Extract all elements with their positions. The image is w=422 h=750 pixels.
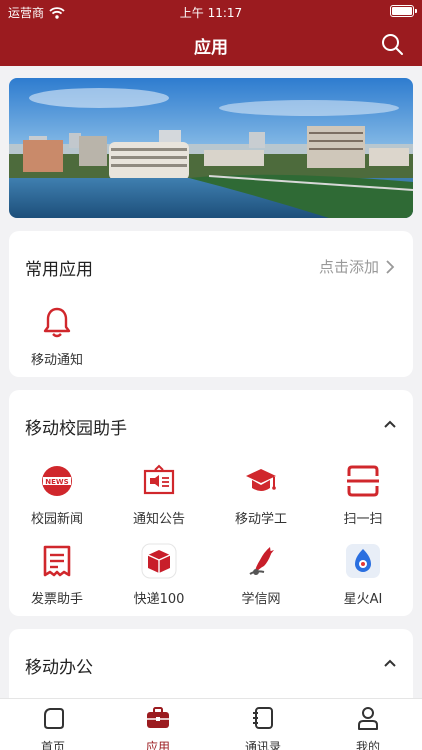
tab-contacts[interactable]: 通讯录: [223, 705, 303, 750]
app-scan[interactable]: 扫一扫: [313, 462, 413, 527]
app-label: 学信网: [241, 592, 281, 607]
tab-home[interactable]: 首页: [13, 705, 93, 750]
spark-ai-icon: [344, 542, 382, 580]
campus-banner[interactable]: [9, 78, 413, 218]
add-app-button[interactable]: 点击添加: [319, 256, 395, 277]
announcement-icon: [140, 462, 178, 500]
profile-icon: [358, 707, 378, 730]
scan-icon: [344, 462, 382, 500]
graduation-cap-icon: [242, 462, 280, 500]
app-mobile-notice[interactable]: 移动通知: [7, 303, 107, 368]
content-scroll[interactable]: 常用应用 点击添加 移动通知 移动校园助手 NEWS 校园新闻 通知公告 移动学…: [0, 66, 422, 698]
package-icon: [140, 542, 178, 580]
app-label: 校园新闻: [30, 512, 83, 527]
add-app-label: 点击添加: [318, 258, 379, 276]
app-label: 移动学工: [234, 512, 287, 527]
app-announcement[interactable]: 通知公告: [109, 462, 209, 527]
app-label: 发票助手: [30, 592, 83, 607]
bird-logo-icon: [242, 542, 280, 580]
app-spark-ai[interactable]: 星火AI: [313, 542, 413, 607]
chevron-right-icon: [386, 259, 395, 274]
app-label: 通知公告: [132, 512, 185, 527]
app-chsi[interactable]: 学信网: [211, 542, 311, 607]
tab-label: 应用: [145, 740, 170, 750]
invoice-icon: [38, 542, 76, 580]
page-title: 应用: [194, 38, 228, 58]
app-label: 移动通知: [30, 353, 83, 368]
tab-label: 我的: [355, 740, 380, 750]
home-icon: [44, 708, 64, 729]
app-invoice[interactable]: 发票助手: [7, 542, 107, 607]
tab-label: 通讯录: [244, 740, 281, 750]
tab-bar: 首页 应用 通讯录 我的: [0, 698, 422, 750]
news-icon: NEWS: [38, 462, 76, 500]
app-label: 星火AI: [343, 592, 383, 607]
mobile-office-card: 移动办公: [9, 629, 413, 698]
search-icon[interactable]: [380, 32, 404, 56]
common-apps-title: 常用应用: [25, 260, 93, 280]
app-label: 快递100: [133, 592, 185, 607]
tab-profile[interactable]: 我的: [328, 705, 408, 750]
battery-icon: [390, 5, 417, 17]
status-bar: 运营商 上午 11:17: [0, 0, 422, 22]
tab-apps[interactable]: 应用: [118, 705, 198, 750]
chevron-up-icon[interactable]: [383, 417, 397, 431]
tab-label: 首页: [40, 740, 65, 750]
app-label: 扫一扫: [343, 512, 383, 527]
campus-assistant-card: 移动校园助手 NEWS 校园新闻 通知公告 移动学工 扫一扫 发票助手 快递10…: [9, 390, 413, 616]
campus-assistant-title: 移动校园助手: [25, 419, 127, 439]
bell-icon: [38, 303, 76, 341]
app-student-affairs[interactable]: 移动学工: [211, 462, 311, 527]
app-express[interactable]: 快递100: [109, 542, 209, 607]
svg-text:NEWS: NEWS: [45, 478, 68, 486]
chevron-up-icon[interactable]: [383, 656, 397, 670]
nav-bar: 应用: [0, 22, 422, 66]
clock: 上午 11:17: [179, 6, 243, 20]
mobile-office-title: 移动办公: [25, 658, 93, 678]
campus-photo: [9, 78, 413, 218]
contacts-icon: [253, 707, 273, 729]
briefcase-icon: [147, 707, 169, 728]
app-campus-news[interactable]: NEWS 校园新闻: [7, 462, 107, 527]
common-apps-card: 常用应用 点击添加 移动通知: [9, 231, 413, 377]
